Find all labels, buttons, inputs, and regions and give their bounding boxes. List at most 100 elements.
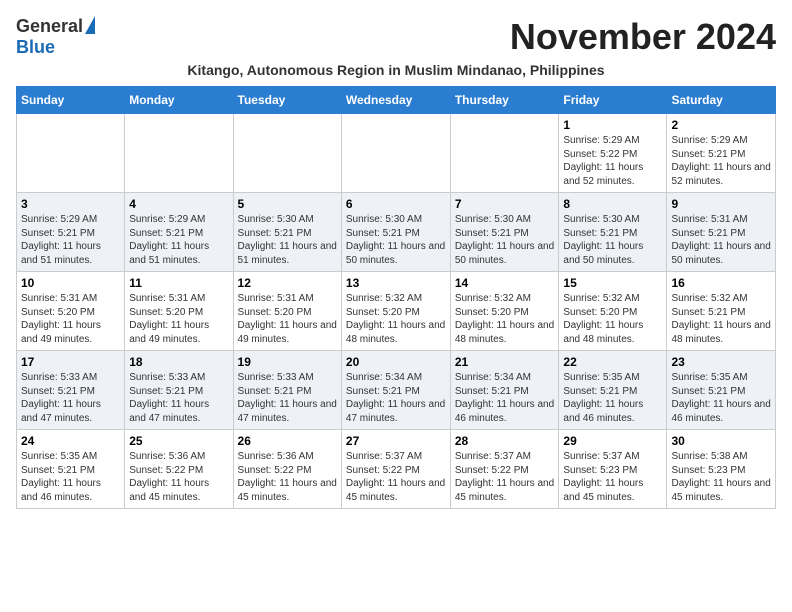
page-subtitle: Kitango, Autonomous Region in Muslim Min… (16, 62, 776, 78)
day-info: Sunrise: 5:29 AM Sunset: 5:21 PM Dayligh… (129, 213, 228, 267)
day-info: Sunrise: 5:36 AM Sunset: 5:22 PM Dayligh… (238, 450, 337, 504)
day-number: 15 (563, 276, 662, 290)
day-info: Sunrise: 5:29 AM Sunset: 5:22 PM Dayligh… (563, 134, 662, 188)
calendar-cell: 25 Sunrise: 5:36 AM Sunset: 5:22 PM Dayli… (125, 430, 233, 509)
day-info: Sunrise: 5:33 AM Sunset: 5:21 PM Dayligh… (21, 371, 120, 425)
calendar-cell: 13 Sunrise: 5:32 AM Sunset: 5:20 PM Dayli… (341, 272, 450, 351)
calendar-cell (341, 114, 450, 193)
day-info: Sunrise: 5:30 AM Sunset: 5:21 PM Dayligh… (346, 213, 446, 267)
calendar-cell: 17Sunrise: 5:33 AM Sunset: 5:21 PM Dayli… (17, 351, 125, 430)
calendar-week-5: 24Sunrise: 5:35 AM Sunset: 5:21 PM Dayli… (17, 430, 776, 509)
day-number: 27 (346, 434, 446, 448)
calendar-cell: 27Sunrise: 5:37 AM Sunset: 5:22 PM Dayli… (341, 430, 450, 509)
day-info: Sunrise: 5:33 AM Sunset: 5:21 PM Dayligh… (238, 371, 337, 425)
day-number: 8 (563, 197, 662, 211)
calendar-header-row: SundayMondayTuesdayWednesdayThursdayFrid… (17, 87, 776, 114)
day-number: 2 (671, 118, 771, 132)
day-number: 14 (455, 276, 555, 290)
day-info: Sunrise: 5:34 AM Sunset: 5:21 PM Dayligh… (455, 371, 555, 425)
day-info: Sunrise: 5:37 AM Sunset: 5:22 PM Dayligh… (455, 450, 555, 504)
calendar-cell: 10Sunrise: 5:31 AM Sunset: 5:20 PM Dayli… (17, 272, 125, 351)
header-sunday: Sunday (17, 87, 125, 114)
calendar-cell: 30Sunrise: 5:38 AM Sunset: 5:23 PM Dayli… (667, 430, 776, 509)
calendar-cell: 11 Sunrise: 5:31 AM Sunset: 5:20 PM Dayli… (125, 272, 233, 351)
calendar-week-4: 17Sunrise: 5:33 AM Sunset: 5:21 PM Dayli… (17, 351, 776, 430)
day-number: 19 (238, 355, 337, 369)
day-number: 16 (671, 276, 771, 290)
header-monday: Monday (125, 87, 233, 114)
day-number: 18 (129, 355, 228, 369)
calendar-week-3: 10 Sunrise: 5:31 AM Sunset: 5:20 PM Dayli… (17, 272, 776, 351)
calendar-cell (17, 114, 125, 193)
day-number: 11 (129, 276, 228, 290)
calendar-week-2: 3 Sunrise: 5:29 AM Sunset: 5:21 PM Daylig… (17, 193, 776, 272)
day-info: Sunrise: 5:34 AM Sunset: 5:21 PM Dayligh… (346, 371, 446, 425)
calendar-cell (233, 114, 341, 193)
day-info: Sunrise: 5:29 AM Sunset: 5:21 PM Dayligh… (671, 134, 771, 188)
day-number: 10 (21, 276, 120, 290)
calendar-cell: 23 Sunrise: 5:35 AM Sunset: 5:21 PM Dayli… (667, 351, 776, 430)
day-number: 5 (238, 197, 337, 211)
day-number: 4 (129, 197, 228, 211)
logo-general: General (16, 16, 83, 37)
calendar-cell (450, 114, 559, 193)
month-title: November 2024 (510, 16, 776, 58)
day-info: Sunrise: 5:36 AM Sunset: 5:22 PM Dayligh… (129, 450, 228, 504)
day-info: Sunrise: 5:35 AM Sunset: 5:21 PM Dayligh… (563, 371, 662, 425)
header-thursday: Thursday (450, 87, 559, 114)
day-info: Sunrise: 5:33 AM Sunset: 5:21 PM Dayligh… (129, 371, 228, 425)
calendar-cell: 7 Sunrise: 5:30 AM Sunset: 5:21 PM Daylig… (450, 193, 559, 272)
day-number: 13 (346, 276, 446, 290)
calendar-cell: 2 Sunrise: 5:29 AM Sunset: 5:21 PM Daylig… (667, 114, 776, 193)
calendar-cell: 19 Sunrise: 5:33 AM Sunset: 5:21 PM Dayli… (233, 351, 341, 430)
day-number: 24 (21, 434, 120, 448)
day-number: 25 (129, 434, 228, 448)
calendar-cell: 9 Sunrise: 5:31 AM Sunset: 5:21 PM Daylig… (667, 193, 776, 272)
day-number: 22 (563, 355, 662, 369)
day-info: Sunrise: 5:35 AM Sunset: 5:21 PM Dayligh… (671, 371, 771, 425)
header-friday: Friday (559, 87, 667, 114)
calendar-cell: 16Sunrise: 5:32 AM Sunset: 5:21 PM Dayli… (667, 272, 776, 351)
calendar-cell: 8 Sunrise: 5:30 AM Sunset: 5:21 PM Daylig… (559, 193, 667, 272)
calendar-cell: 29Sunrise: 5:37 AM Sunset: 5:23 PM Dayli… (559, 430, 667, 509)
day-number: 26 (238, 434, 337, 448)
day-info: Sunrise: 5:37 AM Sunset: 5:23 PM Dayligh… (563, 450, 662, 504)
day-number: 7 (455, 197, 555, 211)
day-number: 9 (671, 197, 771, 211)
calendar-cell: 6 Sunrise: 5:30 AM Sunset: 5:21 PM Daylig… (341, 193, 450, 272)
day-info: Sunrise: 5:32 AM Sunset: 5:20 PM Dayligh… (455, 292, 555, 346)
day-number: 23 (671, 355, 771, 369)
day-info: Sunrise: 5:30 AM Sunset: 5:21 PM Dayligh… (238, 213, 337, 267)
calendar-cell: 15 Sunrise: 5:32 AM Sunset: 5:20 PM Dayli… (559, 272, 667, 351)
day-number: 1 (563, 118, 662, 132)
calendar-week-1: 1 Sunrise: 5:29 AM Sunset: 5:22 PM Daylig… (17, 114, 776, 193)
header-wednesday: Wednesday (341, 87, 450, 114)
day-number: 12 (238, 276, 337, 290)
calendar-cell: 5 Sunrise: 5:30 AM Sunset: 5:21 PM Daylig… (233, 193, 341, 272)
day-number: 30 (671, 434, 771, 448)
day-number: 28 (455, 434, 555, 448)
day-info: Sunrise: 5:32 AM Sunset: 5:20 PM Dayligh… (563, 292, 662, 346)
day-info: Sunrise: 5:31 AM Sunset: 5:20 PM Dayligh… (129, 292, 228, 346)
calendar-cell: 3 Sunrise: 5:29 AM Sunset: 5:21 PM Daylig… (17, 193, 125, 272)
logo: General Blue (16, 16, 95, 58)
day-info: Sunrise: 5:29 AM Sunset: 5:21 PM Dayligh… (21, 213, 120, 267)
calendar-cell: 21Sunrise: 5:34 AM Sunset: 5:21 PM Dayli… (450, 351, 559, 430)
calendar-cell: 20Sunrise: 5:34 AM Sunset: 5:21 PM Dayli… (341, 351, 450, 430)
calendar-cell: 4 Sunrise: 5:29 AM Sunset: 5:21 PM Daylig… (125, 193, 233, 272)
day-info: Sunrise: 5:30 AM Sunset: 5:21 PM Dayligh… (563, 213, 662, 267)
day-number: 6 (346, 197, 446, 211)
calendar-cell: 26 Sunrise: 5:36 AM Sunset: 5:22 PM Dayli… (233, 430, 341, 509)
day-info: Sunrise: 5:32 AM Sunset: 5:20 PM Dayligh… (346, 292, 446, 346)
day-number: 3 (21, 197, 120, 211)
day-info: Sunrise: 5:31 AM Sunset: 5:21 PM Dayligh… (671, 213, 771, 267)
calendar-cell (125, 114, 233, 193)
calendar-table: SundayMondayTuesdayWednesdayThursdayFrid… (16, 86, 776, 509)
calendar-cell: 14 Sunrise: 5:32 AM Sunset: 5:20 PM Dayli… (450, 272, 559, 351)
day-info: Sunrise: 5:31 AM Sunset: 5:20 PM Dayligh… (238, 292, 337, 346)
day-info: Sunrise: 5:30 AM Sunset: 5:21 PM Dayligh… (455, 213, 555, 267)
page-header: General Blue November 2024 (16, 16, 776, 58)
calendar-cell: 12 Sunrise: 5:31 AM Sunset: 5:20 PM Dayli… (233, 272, 341, 351)
calendar-cell: 28 Sunrise: 5:37 AM Sunset: 5:22 PM Dayli… (450, 430, 559, 509)
logo-blue: Blue (16, 37, 55, 58)
